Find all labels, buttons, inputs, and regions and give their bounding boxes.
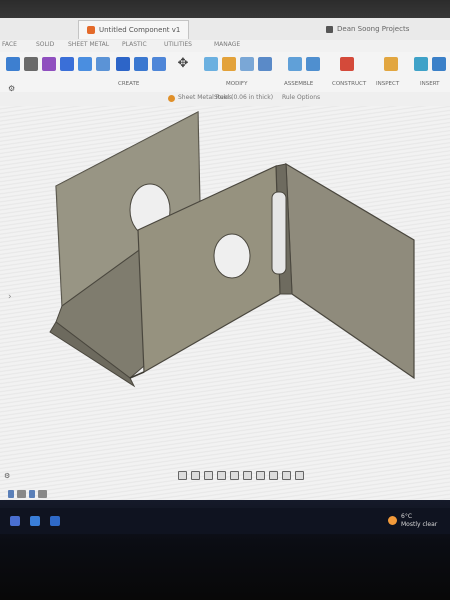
- fillet-icon[interactable]: [134, 57, 148, 71]
- teams-icon[interactable]: [30, 516, 40, 526]
- group-insert[interactable]: INSERT: [420, 81, 439, 87]
- taskbar: 6°C Mostly clear: [0, 508, 450, 534]
- timeline: [8, 488, 47, 500]
- hole-icon[interactable]: [96, 57, 110, 71]
- rule-options-label[interactable]: Rule Options: [282, 94, 320, 101]
- insert-image-icon[interactable]: [384, 57, 398, 71]
- extrude-icon[interactable]: [60, 57, 74, 71]
- weather-desc: Mostly clear: [401, 521, 438, 528]
- tab-plastic[interactable]: PLASTIC: [122, 41, 147, 48]
- tab-solid[interactable]: SOLID: [36, 41, 54, 48]
- orbit-icon[interactable]: [178, 470, 187, 480]
- screen: Untitled Component v1 Dean Soong Project…: [0, 0, 450, 600]
- bracket-model[interactable]: [0, 106, 450, 500]
- motion-link-icon[interactable]: [258, 57, 272, 71]
- axis-icon[interactable]: [306, 57, 320, 71]
- tab-utilities[interactable]: UTILITIES: [164, 41, 192, 48]
- insert-svg-icon[interactable]: [432, 57, 446, 71]
- offset-plane-icon[interactable]: [288, 57, 302, 71]
- environment-icon[interactable]: [295, 470, 304, 480]
- weather-widget[interactable]: 6°C Mostly clear: [388, 513, 437, 529]
- toolbar-ribbon: ✥ CREATE MODIFY ASSEMBLE CONSTRUCT INSPE…: [0, 52, 450, 93]
- timeline-feature[interactable]: [17, 490, 26, 498]
- folder-icon: [326, 25, 333, 33]
- shell-icon[interactable]: [152, 57, 166, 71]
- navigation-bar: [178, 468, 304, 482]
- weather-text: 6°C Mostly clear: [401, 513, 437, 529]
- bend-relief-slot: [271, 191, 287, 275]
- timeline-marker[interactable]: [38, 490, 47, 498]
- expand-panel-icon[interactable]: ›: [8, 292, 12, 302]
- measure-icon[interactable]: [340, 57, 354, 71]
- document-tab-label: Untitled Component v1: [99, 26, 181, 34]
- title-bar: Untitled Component v1 Dean Soong Project…: [0, 18, 450, 41]
- grid-settings-icon[interactable]: [256, 470, 265, 480]
- group-assemble[interactable]: ASSEMBLE: [284, 81, 313, 87]
- visual-style-icon[interactable]: [282, 470, 291, 480]
- look-at-icon[interactable]: [191, 470, 200, 480]
- front-wall-hole: [213, 233, 251, 279]
- flange-icon[interactable]: [42, 57, 56, 71]
- rule-icon: [168, 95, 175, 102]
- project-tab-label: Dean Soong Projects: [337, 25, 410, 33]
- timeline-feature[interactable]: [29, 490, 35, 498]
- settings-icon[interactable]: ⚙: [8, 84, 15, 93]
- sheet-metal-rule-bar: Sheet Metal Rules Steel (0.06 in thick) …: [0, 84, 450, 106]
- canvas-viewport[interactable]: [0, 106, 450, 500]
- pan-icon[interactable]: [204, 470, 213, 480]
- app-icon[interactable]: [50, 516, 60, 526]
- right-flange: [285, 162, 415, 380]
- material-label[interactable]: Steel (0.06 in thick): [214, 94, 273, 101]
- revolve-icon[interactable]: [78, 57, 92, 71]
- group-modify[interactable]: MODIFY: [226, 81, 247, 87]
- zoom-icon[interactable]: [217, 470, 226, 480]
- weather-temp: 6°C: [401, 513, 413, 520]
- sketch-icon[interactable]: [24, 57, 38, 71]
- display-settings-icon[interactable]: [243, 470, 252, 480]
- document-tab[interactable]: Untitled Component v1: [78, 20, 190, 39]
- group-construct[interactable]: CONSTRUCT: [332, 81, 366, 87]
- start-icon[interactable]: [10, 516, 20, 526]
- timeline-settings-icon[interactable]: ⚙: [4, 472, 10, 480]
- move-icon[interactable]: ✥: [176, 57, 190, 72]
- weather-icon: [388, 516, 397, 525]
- tab-manage[interactable]: MANAGE: [214, 41, 240, 48]
- viewports-icon[interactable]: [269, 470, 278, 480]
- tab-face[interactable]: FACE: [2, 41, 17, 48]
- press-pull-icon[interactable]: [116, 57, 130, 71]
- insert-mesh-icon[interactable]: [414, 57, 428, 71]
- joint-icon[interactable]: [204, 57, 218, 71]
- as-built-joint-icon[interactable]: [222, 57, 236, 71]
- project-tab[interactable]: Dean Soong Projects: [326, 21, 409, 37]
- app-logo-icon: [87, 26, 95, 34]
- fit-icon[interactable]: [230, 470, 239, 480]
- tab-sheet-metal[interactable]: SHEET METAL: [68, 41, 109, 48]
- group-create[interactable]: CREATE: [118, 81, 139, 87]
- group-inspect[interactable]: INSPECT: [376, 81, 399, 87]
- workspace-tabs: FACE SOLID SHEET METAL PLASTIC UTILITIES…: [0, 40, 450, 52]
- timeline-feature[interactable]: [8, 490, 14, 498]
- new-component-icon[interactable]: [6, 57, 20, 71]
- rigid-group-icon[interactable]: [240, 57, 254, 71]
